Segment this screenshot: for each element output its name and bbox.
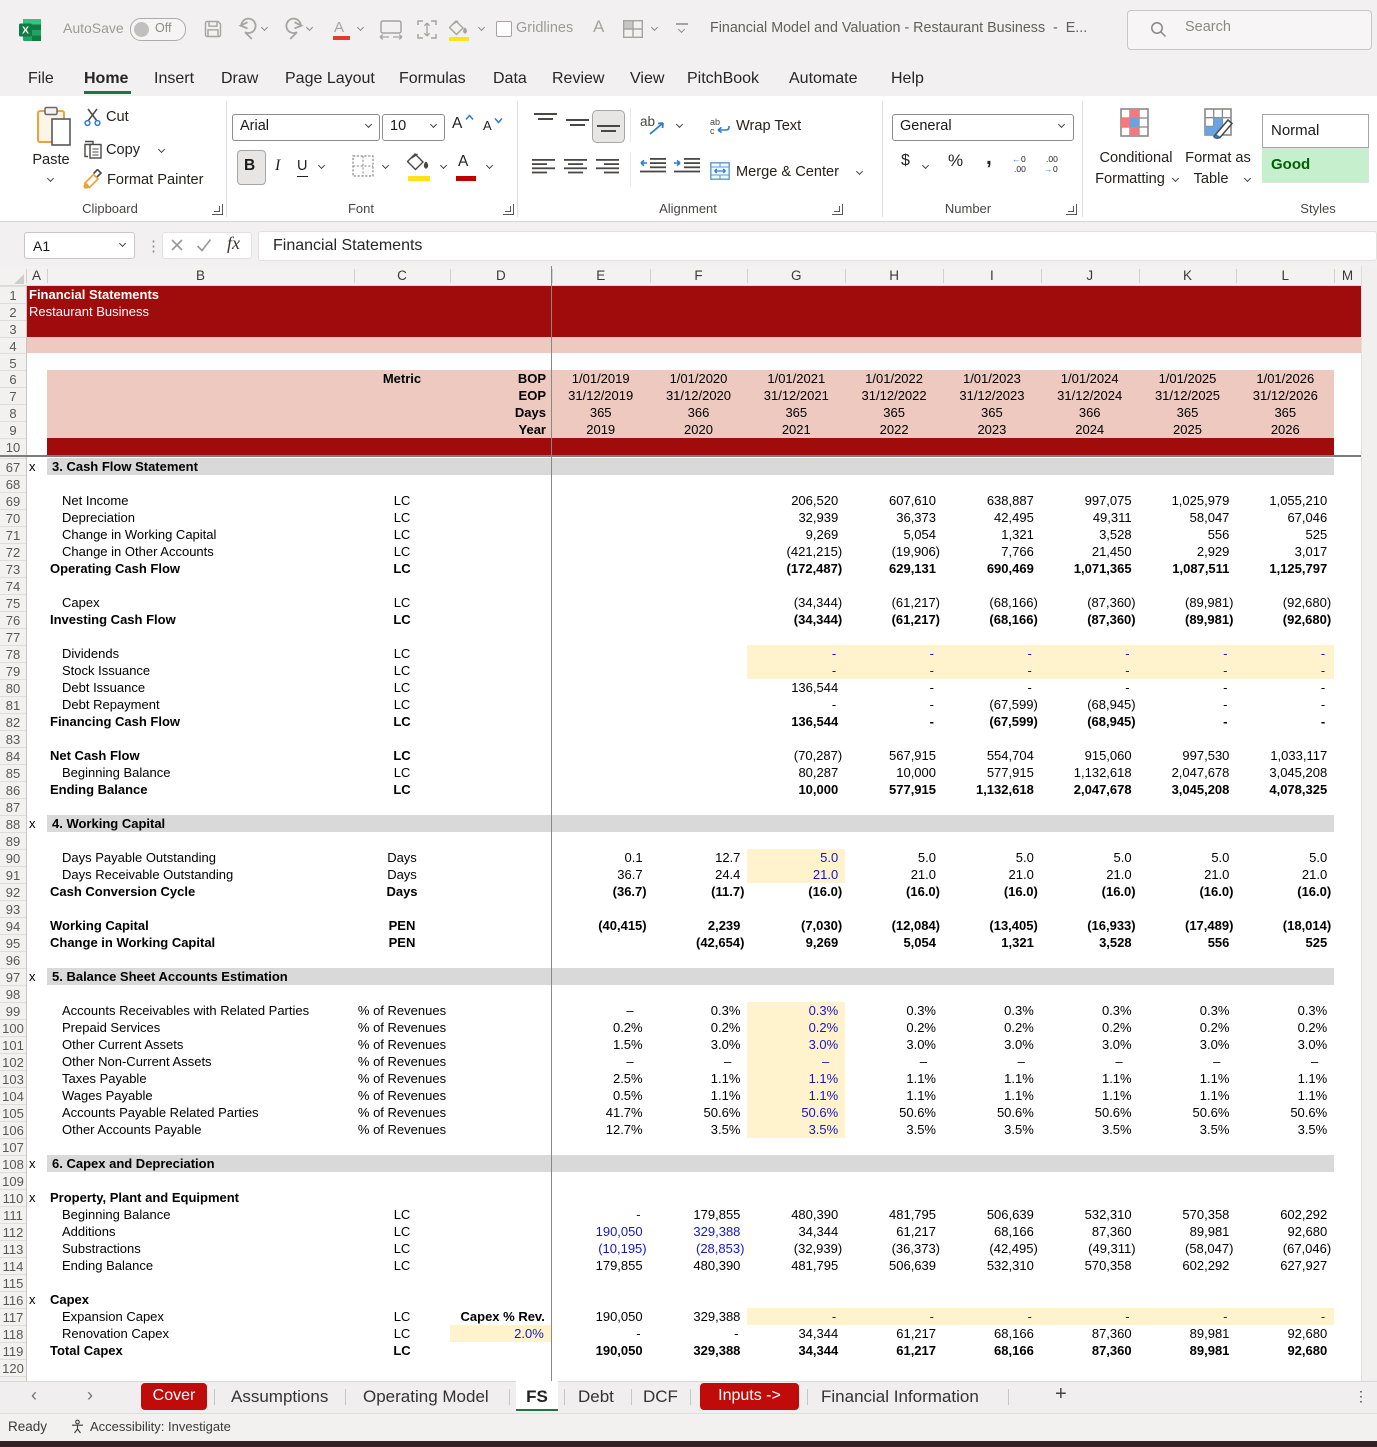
- svg-text:c: c: [710, 126, 715, 136]
- svg-text:X: X: [22, 25, 29, 37]
- svg-text:ab: ab: [640, 114, 655, 129]
